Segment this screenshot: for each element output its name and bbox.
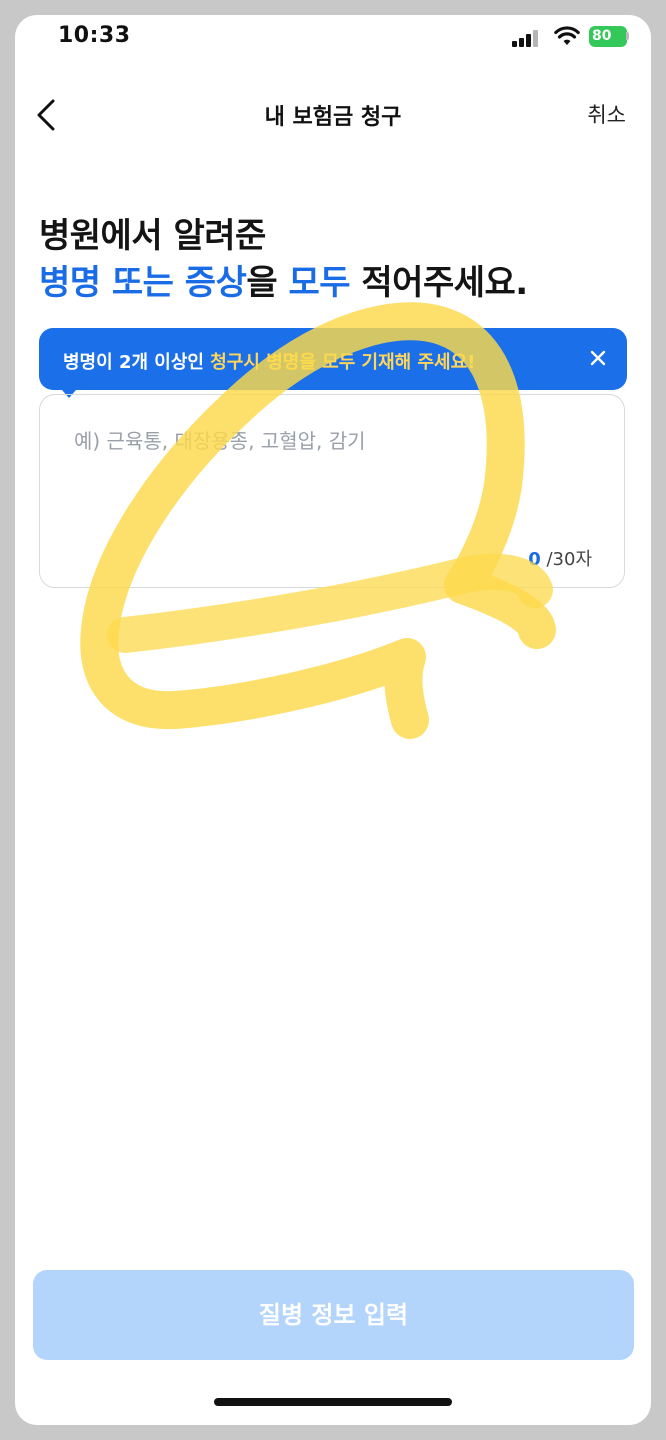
wifi-icon [554,26,580,45]
character-count: 0 [528,549,541,570]
symptom-input-placeholder: 예) 근육통, 대장용종, 고혈압, 감기 [74,429,366,453]
battery-icon: 80 [589,26,627,47]
close-icon [590,350,606,366]
phone-screen: 10:33 80 내 보험금 청구 취소 병원에서 알려준 병명 또는 증상을 … [15,15,651,1425]
tooltip-text-normal: 병명이 2개 이상인 [63,352,211,373]
cellular-signal-icon [512,29,540,47]
character-counter: 0 /30자 [528,545,592,571]
info-tooltip: 병명이 2개 이상인 청구시 병명을 모두 기재해 주세요! [39,328,627,398]
battery-nub [626,32,629,40]
heading-text-end: 적어주세요. [350,263,528,303]
tooltip-message: 병명이 2개 이상인 청구시 병명을 모두 기재해 주세요! [63,348,475,374]
symptom-input[interactable]: 예) 근육통, 대장용종, 고혈압, 감기 0 /30자 [39,394,625,588]
status-bar: 10:33 80 [15,15,651,63]
heading-emphasis-all: 모두 [288,263,351,303]
nav-bar: 내 보험금 청구 취소 [15,85,651,145]
heading-line-1: 병원에서 알려준 [39,216,266,256]
tooltip-text-highlight: 청구시 병명을 모두 기재해 주세요! [210,352,476,373]
submit-disease-info-button[interactable]: 질병 정보 입력 [33,1270,634,1360]
status-time: 10:33 [58,23,131,48]
instruction-heading: 병원에서 알려준 병명 또는 증상을 모두 적어주세요. [39,213,528,307]
tooltip-close-button[interactable] [583,343,613,373]
heading-text-particle: 을 [246,263,289,303]
page-title: 내 보험금 청구 [264,105,402,130]
battery-level: 80 [592,28,612,44]
home-indicator[interactable] [214,1398,452,1406]
character-max: /30자 [546,549,592,570]
heading-line-2: 병명 또는 증상을 모두 적어주세요. [39,260,528,307]
cancel-button[interactable]: 취소 [587,99,626,129]
heading-emphasis-symptoms: 병명 또는 증상 [39,263,247,303]
